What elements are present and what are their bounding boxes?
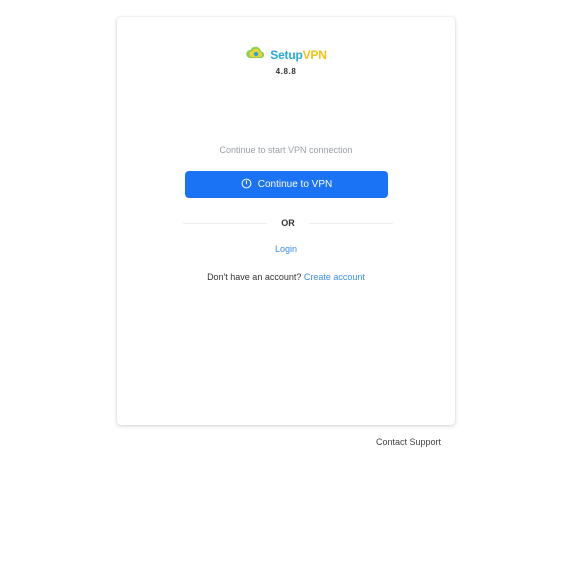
divider-line-left	[183, 222, 268, 224]
create-account-link[interactable]: Create account	[304, 272, 365, 282]
login-card: SetupVPN 4.8.8 Continue to start VPN con…	[117, 17, 455, 425]
continue-to-vpn-button[interactable]: Continue to VPN	[185, 171, 388, 198]
logo-wordmark-vpn: VPN	[302, 47, 327, 62]
logo-wordmark: SetupVPN	[270, 47, 327, 62]
or-divider-text: OR	[281, 218, 295, 228]
brand-logo: SetupVPN	[117, 43, 455, 66]
login-link[interactable]: Login	[117, 244, 455, 254]
divider-line-right	[308, 222, 393, 224]
continue-button-label: Continue to VPN	[257, 179, 333, 190]
cloud-logo-icon	[245, 43, 267, 66]
app-version: 4.8.8	[275, 67, 297, 76]
signup-prompt: Don't have an account? Create account	[117, 272, 455, 282]
signup-prompt-text: Don't have an account?	[207, 272, 302, 282]
power-icon	[241, 178, 252, 192]
or-divider: OR	[183, 216, 393, 230]
connection-hint: Continue to start VPN connection	[219, 145, 353, 155]
contact-support-link[interactable]: Contact Support	[376, 437, 441, 447]
logo-wordmark-setup: Setup	[270, 47, 303, 62]
